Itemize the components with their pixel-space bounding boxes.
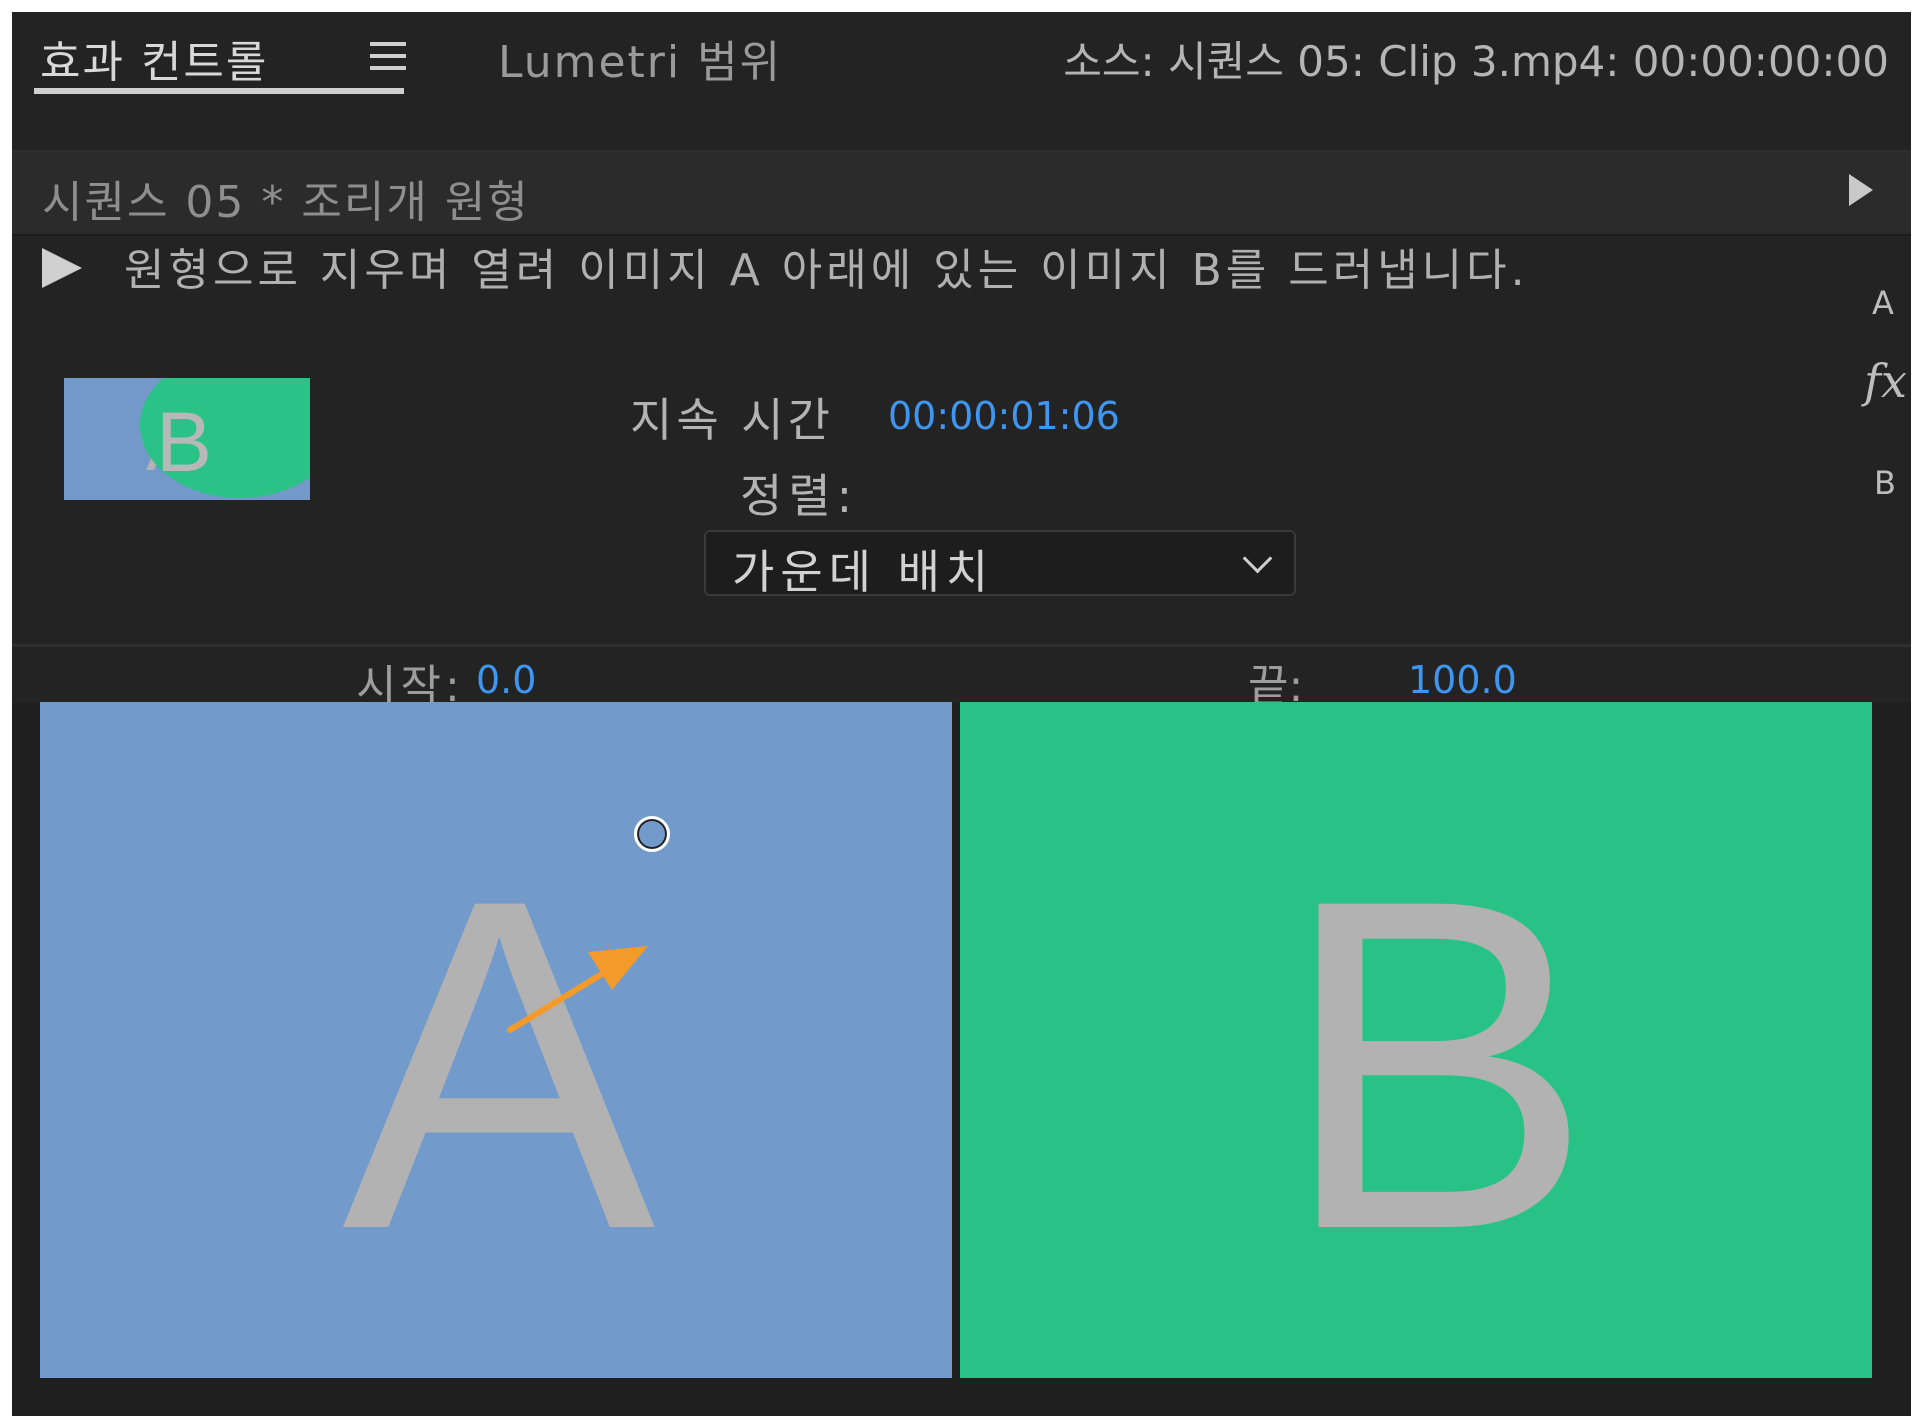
chevron-down-icon <box>1242 543 1273 574</box>
alignment-label: 정렬: <box>740 469 859 523</box>
panel-tab-bar: 효과 컨트롤 Lumetri 범위 소스: 시퀀스 05: Clip 3.mp4… <box>12 12 1911 152</box>
sequence-header: 시퀀스 05 * 조리개 원형 <box>12 152 1911 236</box>
show-timeline-play-icon[interactable] <box>1849 174 1873 206</box>
iris-center-handle[interactable] <box>634 816 670 852</box>
preview-letter-b: B <box>1280 802 1594 1327</box>
track-a-label: A <box>1872 284 1894 322</box>
tab-lumetri-scopes[interactable]: Lumetri 범위 <box>498 26 782 90</box>
end-value[interactable]: 100.0 <box>1408 658 1517 702</box>
alignment-dropdown[interactable]: 가운데 배치 <box>704 530 1296 599</box>
track-b-label: B <box>1874 464 1896 502</box>
transition-thumbnail: A B <box>64 378 310 500</box>
active-tab-underline <box>34 88 404 94</box>
alignment-selected-value: 가운데 배치 <box>732 545 995 599</box>
panel-menu-icon[interactable] <box>370 42 406 72</box>
section-divider <box>12 644 1911 647</box>
transition-preview-area: A B <box>12 702 1911 1416</box>
preview-play-icon[interactable] <box>42 248 82 288</box>
preview-image-b: B <box>960 702 1872 1378</box>
direction-arrow-icon <box>507 946 648 1033</box>
start-value[interactable]: 0.0 <box>476 658 536 702</box>
tab-source[interactable]: 소스: 시퀀스 05: Clip 3.mp4: 00:00:00:00 <box>1063 28 1889 89</box>
fx-icon: fx <box>1864 354 1907 408</box>
effect-description: 원형으로 지우며 열려 이미지 A 아래에 있는 이미지 B를 드러냅니다. <box>124 245 1529 296</box>
duration-value[interactable]: 00:00:01:06 <box>888 394 1120 438</box>
sequence-clip-label: 시퀀스 05 * 조리개 원형 <box>42 177 530 228</box>
duration-label: 지속 시간 <box>630 393 834 447</box>
effect-controls-panel: 효과 컨트롤 Lumetri 범위 소스: 시퀀스 05: Clip 3.mp4… <box>12 12 1911 1416</box>
thumbnail-letter-b: B <box>156 395 213 489</box>
tab-effect-controls[interactable]: 효과 컨트롤 <box>40 26 268 90</box>
preview-image-a[interactable]: A <box>40 702 952 1378</box>
